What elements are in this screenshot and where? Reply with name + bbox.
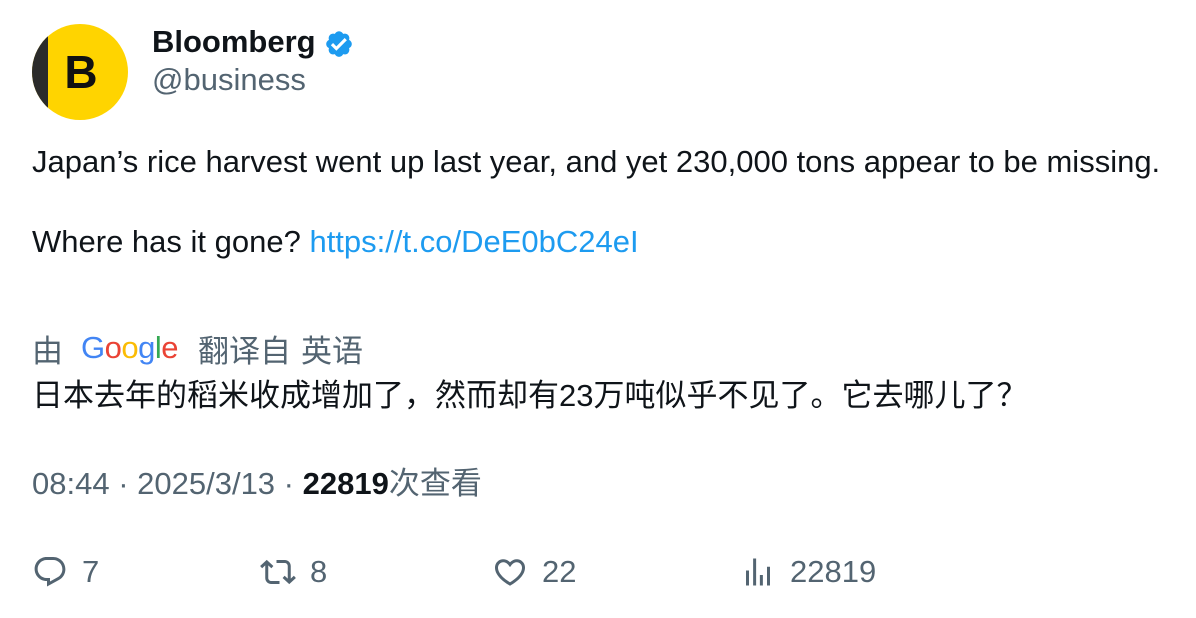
tweet-date[interactable]: 2025/3/13 [137,466,275,501]
tweet-link[interactable]: https://t.co/DeE0bC24eI [309,224,638,259]
tweet-body: Japan’s rice harvest went up last year, … [32,142,1162,262]
views-icon [746,558,770,586]
tweet-time[interactable]: 08:44 [32,466,110,501]
author-name[interactable]: Bloomberg [152,24,316,60]
views-button[interactable]: 22819 [740,548,876,596]
meta-separator: · [109,466,138,501]
tweet-question: Where has it gone? [32,224,310,259]
like-icon [494,559,526,586]
translated-text: 日本去年的稻米收成增加了，然而却有23万吨似乎不见了。它去哪儿了？ [32,378,1028,413]
google-logo: Google [81,330,179,365]
reply-icon [34,557,66,587]
like-button[interactable]: 22 [492,548,576,596]
avatar-letter: B [64,46,98,98]
retweet-icon [260,559,296,585]
translation-by-label: 由 [32,333,63,369]
retweet-count: 8 [310,554,328,589]
tweet-meta: 08:44 · 2025/3/13 · 22819次查看 [32,462,482,506]
reply-count: 7 [82,554,100,589]
translation-language: 英语 [301,333,364,369]
reply-button[interactable]: 7 [32,548,99,596]
translation-attribution: 由 Google 翻译自 英语 [32,326,363,370]
like-count: 22 [542,554,577,589]
avatar[interactable]: B [32,24,128,120]
retweet-button[interactable]: 8 [260,548,327,596]
verified-badge-icon [325,31,352,57]
tweet-text-line2: Where has it gone? https://t.co/DeE0bC24… [32,222,1162,262]
action-bar: 7 8 22 22819 [32,548,1162,596]
tweet-text-line1: Japan’s rice harvest went up last year, … [32,144,1161,179]
views-count: 22819 [790,554,877,589]
meta-separator: · [275,466,303,501]
view-count-label: 次查看 [388,466,482,501]
author-name-row: Bloomberg [152,22,354,62]
author-handle[interactable]: @business [152,62,306,98]
view-count: 22819 [302,466,389,501]
translation-from-label: 翻译自 [198,333,292,369]
